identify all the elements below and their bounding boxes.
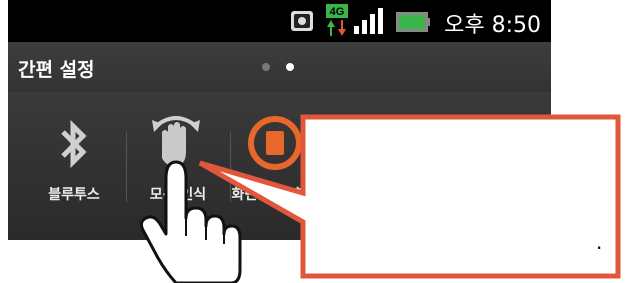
- tap-hand-icon: [139, 160, 242, 283]
